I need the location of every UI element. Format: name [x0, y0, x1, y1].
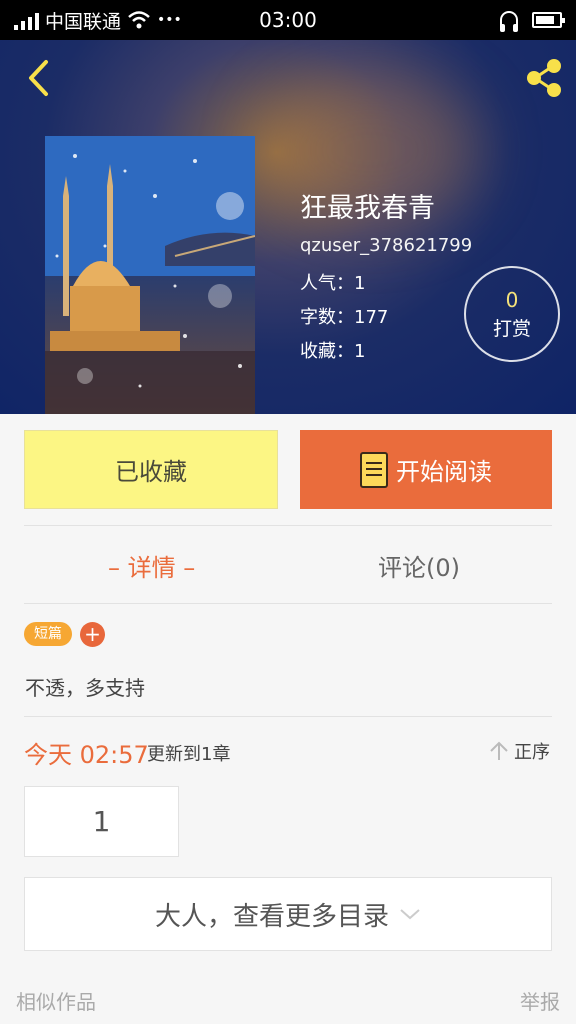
divider [24, 525, 552, 526]
headset-icon [500, 11, 518, 32]
similar-works-heading: 相似作品 [16, 990, 96, 1014]
book-title: 狂最我春青 [300, 193, 435, 224]
book-cover[interactable] [45, 136, 255, 414]
cover-image [45, 136, 255, 414]
battery-icon [532, 12, 565, 28]
start-reading-label: 开始阅读 [396, 458, 492, 486]
popularity-stat: 人气：1 [300, 273, 366, 294]
tag-short[interactable]: 短篇 [24, 622, 72, 646]
share-button[interactable] [522, 56, 566, 100]
favorite-button-label: 已收藏 [115, 458, 187, 486]
more-dots: ••• [157, 12, 182, 28]
divider [24, 716, 552, 717]
more-catalog-button[interactable]: 大人，查看更多目录 [24, 877, 552, 951]
sort-order-label: 正序 [514, 742, 550, 763]
status-bar: 中国联通 ••• 03:00 [0, 0, 576, 40]
book-header: 狂最我春青 qzuser_378621799 人气：1 字数：177 收藏：1 … [0, 40, 576, 414]
update-chapter: 更新到1章 [147, 744, 231, 765]
favorite-button[interactable]: 已收藏 [24, 430, 278, 509]
signal-icon [14, 10, 39, 30]
back-arrow-icon [29, 60, 48, 96]
wifi-icon [128, 11, 150, 29]
word-count-stat: 字数：177 [300, 307, 389, 328]
sort-order-button[interactable]: 正序 [488, 738, 550, 764]
tab-detail[interactable]: – 详情 – [108, 548, 195, 588]
arrow-up-icon [490, 741, 508, 760]
carrier-label: 中国联通 [45, 10, 122, 33]
share-icon [527, 59, 561, 97]
back-button[interactable] [18, 58, 58, 98]
report-link[interactable]: 举报 [520, 986, 560, 1015]
chevron-down-icon [400, 909, 420, 920]
divider [24, 603, 552, 604]
book-description: 不透，多支持 [25, 676, 145, 700]
favorites-stat: 收藏：1 [300, 341, 366, 362]
tip-count: 0 [505, 287, 519, 312]
update-time: 今天 02:57 [24, 741, 149, 769]
start-reading-button[interactable]: 开始阅读 [300, 430, 552, 509]
book-author[interactable]: qzuser_378621799 [300, 235, 472, 256]
tip-button[interactable]: 0 打赏 [464, 266, 560, 362]
more-catalog-label: 大人，查看更多目录 [154, 901, 389, 932]
book-icon [360, 451, 388, 488]
tab-comments[interactable]: 评论(0) [378, 548, 460, 588]
chapter-item[interactable]: 1 [24, 786, 179, 857]
tip-label: 打赏 [492, 317, 531, 340]
add-tag-button[interactable]: + [80, 622, 105, 647]
